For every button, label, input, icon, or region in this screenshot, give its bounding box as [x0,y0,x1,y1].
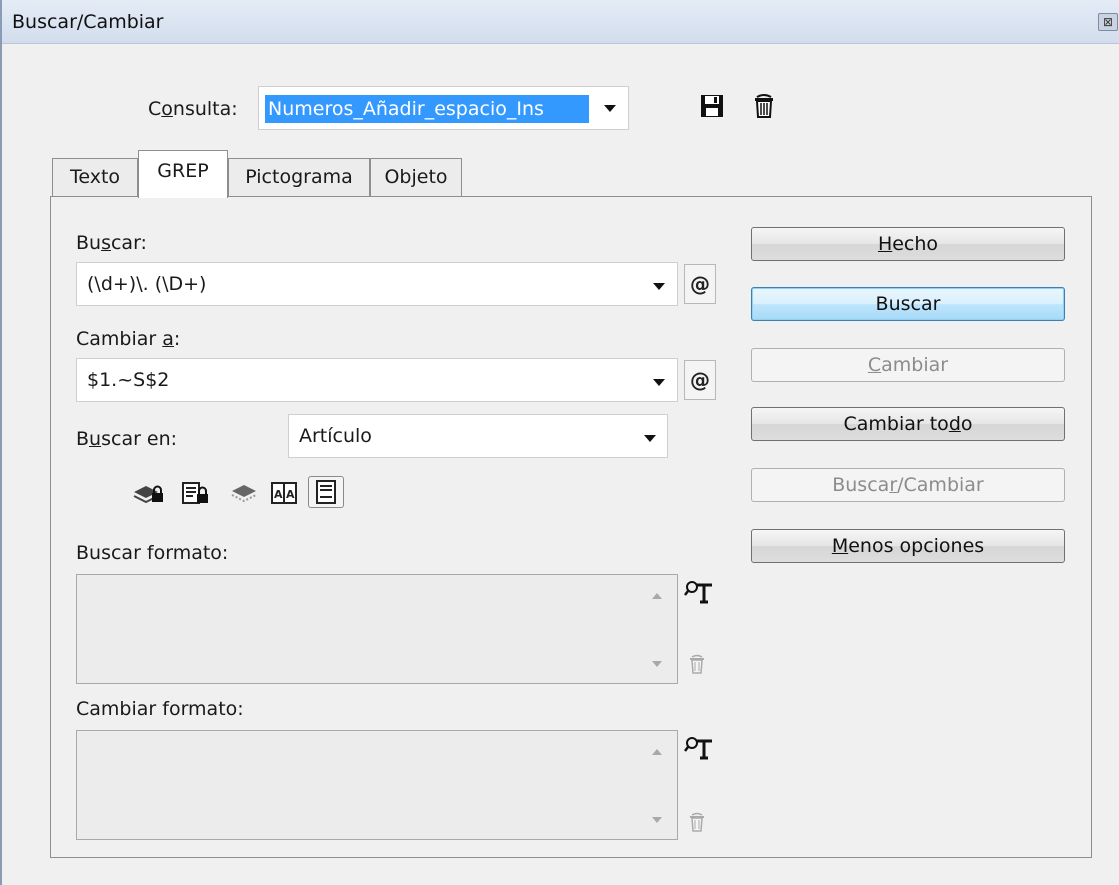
tab-pictograma[interactable]: Pictograma [228,158,370,196]
buscar-en-label: Buscar en: [76,428,178,450]
query-dropdown[interactable]: Numeros_Añadir_espacio_Ins [258,86,629,130]
tab-texto[interactable]: Texto [52,158,138,196]
format-magnifier-icon [684,581,712,604]
done-button[interactable]: Hecho [751,227,1065,261]
at-sign-icon: @ [690,272,710,296]
include-hidden-layers-toggle[interactable] [228,478,262,506]
chevron-down-icon [653,379,665,386]
include-locked-stories-toggle[interactable] [180,478,214,506]
change-special-characters-button[interactable]: @ [684,360,716,400]
tab-objeto[interactable]: Objeto [370,158,462,196]
close-icon: ⊠ [1102,15,1114,29]
master-pages-icon: A A [271,482,297,504]
include-master-pages-toggle[interactable]: A A [268,478,302,506]
trash-icon [755,94,773,118]
svg-text:A: A [286,488,295,501]
hidden-layers-icon [231,485,257,503]
include-locked-layers-toggle[interactable] [132,478,168,506]
find-format-box[interactable] [76,574,678,684]
format-magnifier-icon [684,737,712,760]
search-scope-value: Artículo [299,425,372,447]
svg-text:A: A [274,488,283,501]
buscar-label: Buscar: [76,232,147,254]
scroll-up-icon[interactable] [652,593,662,599]
save-icon [701,95,723,117]
scroll-down-icon[interactable] [652,661,662,667]
search-scope-dropdown[interactable]: Artículo [288,414,668,458]
query-value: Numeros_Añadir_espacio_Ins [265,95,589,123]
window-title: Buscar/Cambiar [12,11,164,33]
specify-change-format-button[interactable] [684,734,716,762]
change-format-box[interactable] [76,730,678,840]
cambiar-a-label: Cambiar a: [76,328,181,350]
clear-change-format-button[interactable] [684,808,710,836]
footnotes-icon [316,480,336,504]
find-what-input[interactable]: (\d+)\. (\D+) [76,262,678,306]
find-special-characters-button[interactable]: @ [684,264,716,304]
scroll-up-icon[interactable] [652,749,662,755]
buscar-formato-label: Buscar formato: [76,542,229,564]
change-to-input[interactable]: $1.~S$2 [76,358,678,402]
tab-grep[interactable]: GREP [138,150,228,198]
trash-icon [690,654,704,674]
chevron-down-icon [644,435,656,442]
close-button[interactable]: ⊠ [1098,13,1118,31]
title-bar[interactable]: Buscar/Cambiar ⊠ [2,0,1119,44]
locked-layers-icon [133,485,163,504]
specify-find-format-button[interactable] [684,578,716,606]
chevron-down-icon [653,283,665,290]
scroll-down-icon[interactable] [652,817,662,823]
locked-stories-icon [182,482,208,504]
save-query-button[interactable] [699,92,725,120]
delete-query-button[interactable] [751,92,777,120]
clear-find-format-button[interactable] [684,650,710,678]
change-to-value: $1.~S$2 [87,369,170,391]
chevron-down-icon [604,105,616,112]
include-footnotes-toggle[interactable] [308,476,344,508]
trash-icon [690,812,704,832]
find-change-dialog: Buscar/Cambiar ⊠ Consulta: Numeros_Añadi… [0,0,1119,885]
change-all-button[interactable]: Cambiar todo [751,407,1065,441]
cambiar-formato-label: Cambiar formato: [76,698,244,720]
change-find-button[interactable]: Buscar/Cambiar [751,468,1065,502]
consulta-label: Consulta: [148,98,238,120]
at-sign-icon: @ [690,368,710,392]
find-button[interactable]: Buscar [751,287,1065,321]
fewer-options-button[interactable]: Menos opciones [751,529,1065,563]
find-what-value: (\d+)\. (\D+) [87,273,207,295]
change-button[interactable]: Cambiar [751,348,1065,382]
